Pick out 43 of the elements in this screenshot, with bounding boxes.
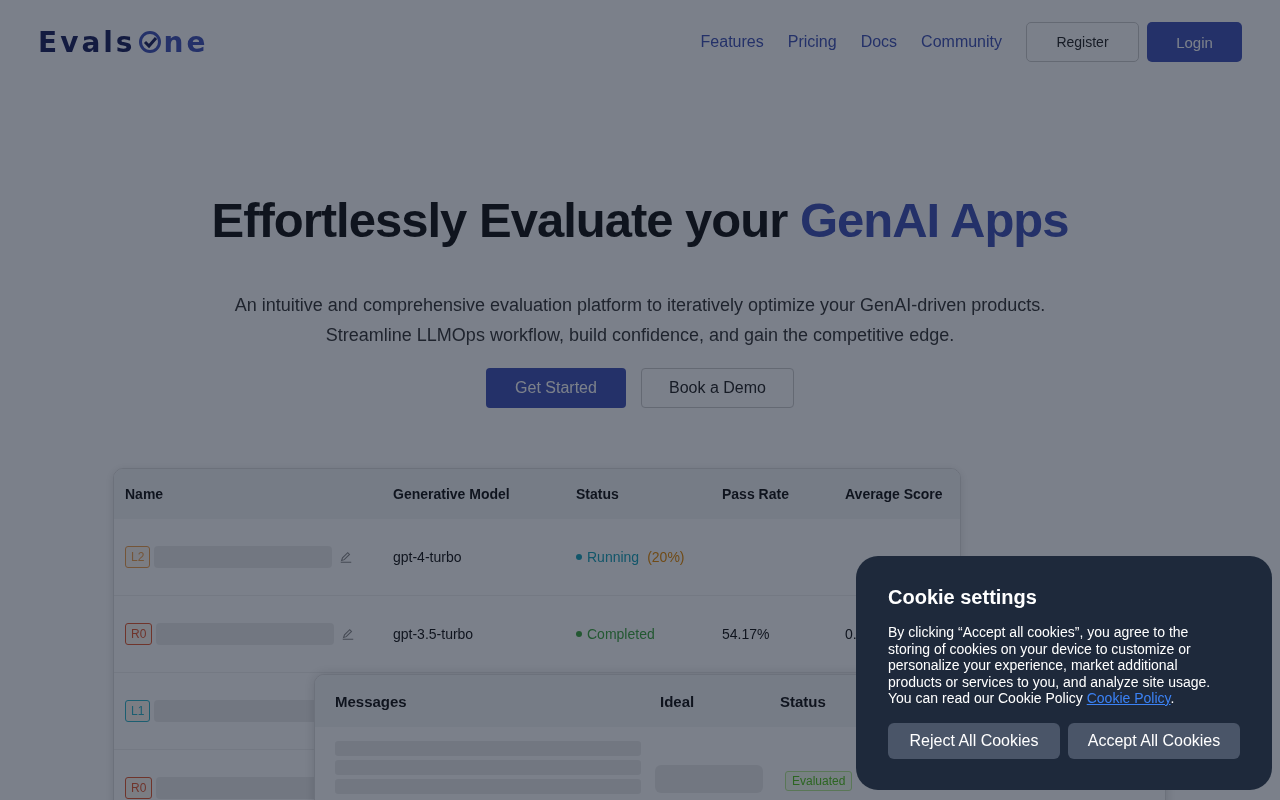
column-header: Name [125, 486, 164, 502]
cookie-policy-link[interactable]: Cookie Policy [1086, 690, 1171, 706]
nav-link[interactable]: Docs [860, 33, 898, 51]
status-dot [576, 554, 582, 560]
reject-cookies-button[interactable]: Reject All Cookies [888, 722, 1060, 759]
column-header: Generative Model [393, 486, 510, 502]
table-cell: gpt-4-turbo [393, 549, 462, 565]
hero-title: Effortlessly Evaluate your GenAI Apps [210, 192, 1070, 248]
hero-subtitle: Streamline LLMOps workflow, build confidence, and gain the competitive edge. [324, 324, 956, 347]
cookie-text: By clicking “Accept all cookies”, you agree to the storing of cookies on your device to customize or personalize your experience, market additional products or services to you, and analyze site usage. You can read our Cookie Policy Cookie Policy. [888, 624, 1212, 707]
register-button[interactable]: Register [1026, 22, 1139, 62]
column-header: Average Score [845, 486, 943, 502]
evaluated-badge: Evaluated [785, 771, 853, 791]
pencil-icon[interactable] [339, 550, 354, 564]
column-header: Ideal [660, 692, 695, 710]
column-header: Status [576, 486, 619, 502]
login-button[interactable]: Login [1147, 22, 1242, 62]
status-dot [576, 631, 582, 637]
status-label: Running [587, 549, 640, 565]
level-tag: R0 [125, 777, 153, 799]
level-tag: L1 [125, 700, 151, 722]
pencil-icon[interactable] [341, 627, 356, 641]
logo-text[interactable]: Evals [38, 25, 136, 59]
column-header: Messages [335, 692, 407, 710]
nav-link[interactable]: Features [700, 33, 764, 51]
column-header: Status [780, 692, 826, 710]
progress-label: (20%) [647, 549, 685, 565]
nav-link[interactable]: Pricing [787, 33, 837, 51]
status-label: Completed [587, 626, 655, 642]
cookie-title: Cookie settings [888, 586, 1038, 609]
hero-subtitle: An intuitive and comprehensive evaluation platform to iteratively optimize your GenAI-driven products. [233, 294, 1047, 317]
level-tag: L2 [125, 546, 151, 568]
accept-cookies-button[interactable]: Accept All Cookies [1068, 722, 1240, 759]
get-started-button[interactable]: Get Started [486, 368, 626, 408]
table-cell: 0. [845, 626, 857, 642]
nav-link[interactable]: Community [921, 33, 1002, 51]
level-tag: R0 [125, 623, 153, 645]
check-circle-icon [137, 30, 162, 54]
table-cell: 54.17% [722, 626, 770, 642]
logo-text[interactable]: ne [163, 25, 209, 59]
book-demo-button[interactable]: Book a Demo [641, 368, 794, 408]
column-header: Pass Rate [722, 486, 789, 502]
table-cell: gpt-3.5-turbo [393, 626, 474, 642]
